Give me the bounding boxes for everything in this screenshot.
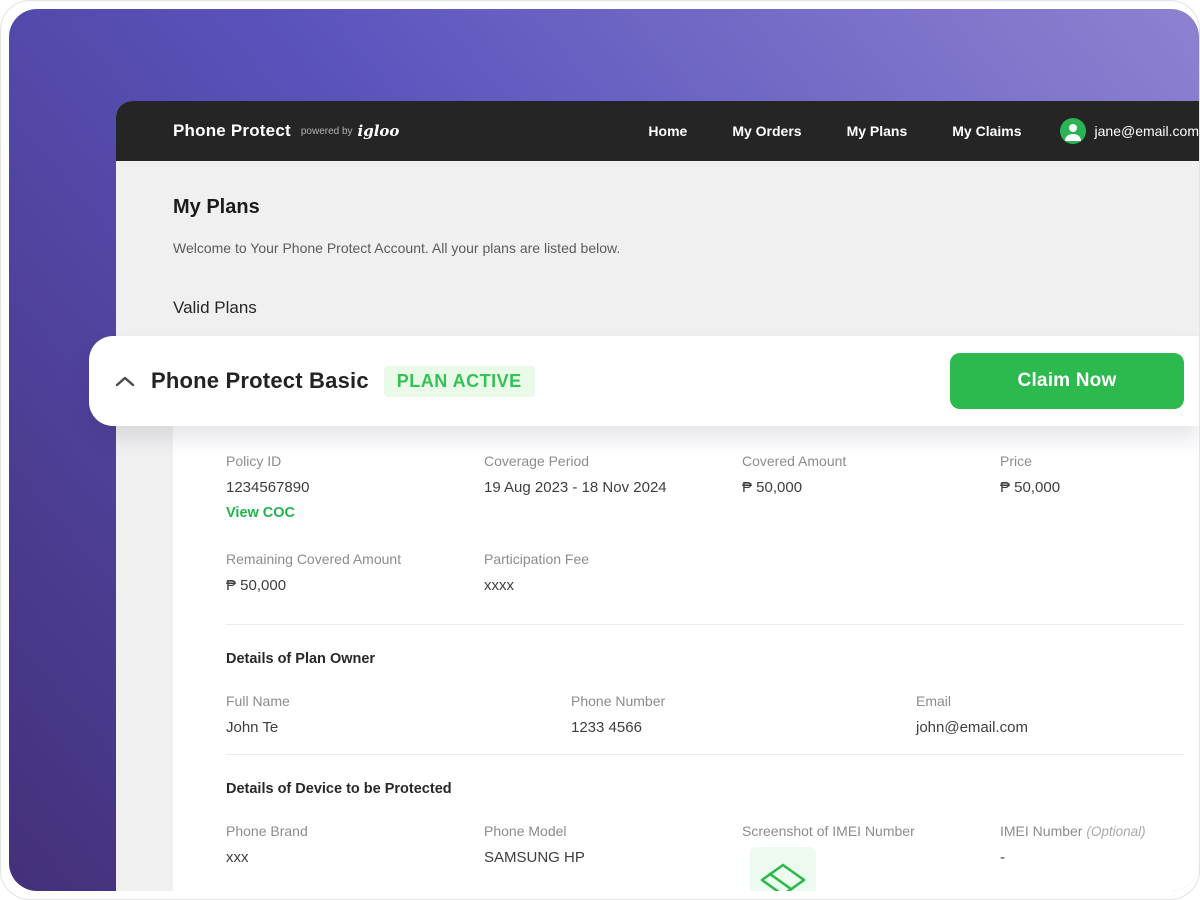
field-label: Full Name [226,693,571,709]
page-title: My Plans [173,196,260,219]
field-value: 1233 4566 [571,719,916,736]
valid-plans-heading: Valid Plans [173,298,257,318]
field-imei-number: IMEI Number (Optional) - [1000,823,1199,891]
plan-active-badge: PLAN ACTIVE [384,366,535,397]
field-value: SAMSUNG HP [484,849,742,866]
nav-item-my-claims[interactable]: My Claims [952,123,1021,139]
brand-title: Phone Protect [173,121,291,141]
field-label: Coverage Period [484,453,742,469]
optional-label: (Optional) [1086,824,1145,839]
field-label: Screenshot of IMEI Number [742,823,1000,839]
field-email: Email john@email.com [916,693,1199,736]
section-divider [226,754,1184,755]
chevron-up-icon [115,376,135,387]
plan-details-panel: Policy ID 1234567890 View COC Coverage P… [173,426,1199,891]
nav-item-my-plans[interactable]: My Plans [847,123,908,139]
image-placeholder-icon [757,861,809,891]
field-label: Price [1000,453,1199,469]
claim-now-button[interactable]: Claim Now [950,353,1184,409]
igloo-logo: igloo [358,122,400,140]
plan-card-header: Phone Protect Basic PLAN ACTIVE Claim No… [89,336,1199,426]
plan-name: Phone Protect Basic [151,368,369,394]
view-coc-link[interactable]: View COC [226,505,484,521]
field-value: - [1000,849,1199,866]
field-full-name: Full Name John Te [226,693,571,736]
owner-section-title: Details of Plan Owner [226,651,1184,667]
nav-links: Home My Orders My Plans My Claims [648,123,1021,139]
owner-fields: Full Name John Te Phone Number 1233 4566… [226,693,1184,736]
field-label: Participation Fee [484,551,742,567]
nav-item-home[interactable]: Home [648,123,687,139]
field-label: Policy ID [226,453,484,469]
field-phone-model: Phone Model SAMSUNG HP [484,823,742,891]
policy-fields-row2: Remaining Covered Amount ₱ 50,000 Partic… [226,551,1184,594]
top-navbar: Phone Protect powered by igloo Home My O… [116,101,1199,161]
field-label: Email [916,693,1199,709]
field-policy-id: Policy ID 1234567890 View COC [226,453,484,521]
page-subtitle: Welcome to Your Phone Protect Account. A… [173,240,620,256]
field-label: Phone Number [571,693,916,709]
field-coverage-period: Coverage Period 19 Aug 2023 - 18 Nov 202… [484,453,742,521]
field-value: xxxx [484,577,742,594]
field-covered-amount: Covered Amount ₱ 50,000 [742,453,1000,521]
field-price: Price ₱ 50,000 [1000,453,1199,521]
field-value: ₱ 50,000 [742,479,1000,496]
policy-fields-row1: Policy ID 1234567890 View COC Coverage P… [226,453,1184,521]
field-label: Remaining Covered Amount [226,551,484,567]
field-imei-screenshot: Screenshot of IMEI Number [742,823,1000,891]
app-window: Phone Protect powered by igloo Home My O… [116,101,1199,891]
field-phone-number: Phone Number 1233 4566 [571,693,916,736]
field-value: john@email.com [916,719,1199,736]
nav-item-my-orders[interactable]: My Orders [732,123,801,139]
imei-screenshot-thumbnail[interactable] [750,847,816,891]
field-label: IMEI Number (Optional) [1000,823,1199,839]
field-value: xxx [226,849,484,866]
field-label: Phone Brand [226,823,484,839]
field-value: 1234567890 [226,479,484,496]
collapse-plan-button[interactable] [114,370,136,392]
screenshot-frame: Phone Protect powered by igloo Home My O… [0,0,1200,900]
field-value: 19 Aug 2023 - 18 Nov 2024 [484,479,742,496]
field-value: ₱ 50,000 [226,577,484,594]
field-value: John Te [226,719,571,736]
field-label: Covered Amount [742,453,1000,469]
field-label: Phone Model [484,823,742,839]
user-email[interactable]: jane@email.com [1095,123,1199,139]
purple-background: Phone Protect powered by igloo Home My O… [9,9,1199,891]
field-phone-brand: Phone Brand xxx [226,823,484,891]
device-section-title: Details of Device to be Protected [226,781,1184,797]
field-participation-fee: Participation Fee xxxx [484,551,742,594]
powered-by-label: powered by [301,126,353,137]
device-fields: Phone Brand xxx Phone Model SAMSUNG HP S… [226,823,1184,891]
field-remaining-covered-amount: Remaining Covered Amount ₱ 50,000 [226,551,484,594]
section-divider [226,624,1184,625]
field-value: ₱ 50,000 [1000,479,1199,496]
field-label-text: IMEI Number [1000,823,1082,839]
user-avatar-icon[interactable] [1060,118,1086,144]
